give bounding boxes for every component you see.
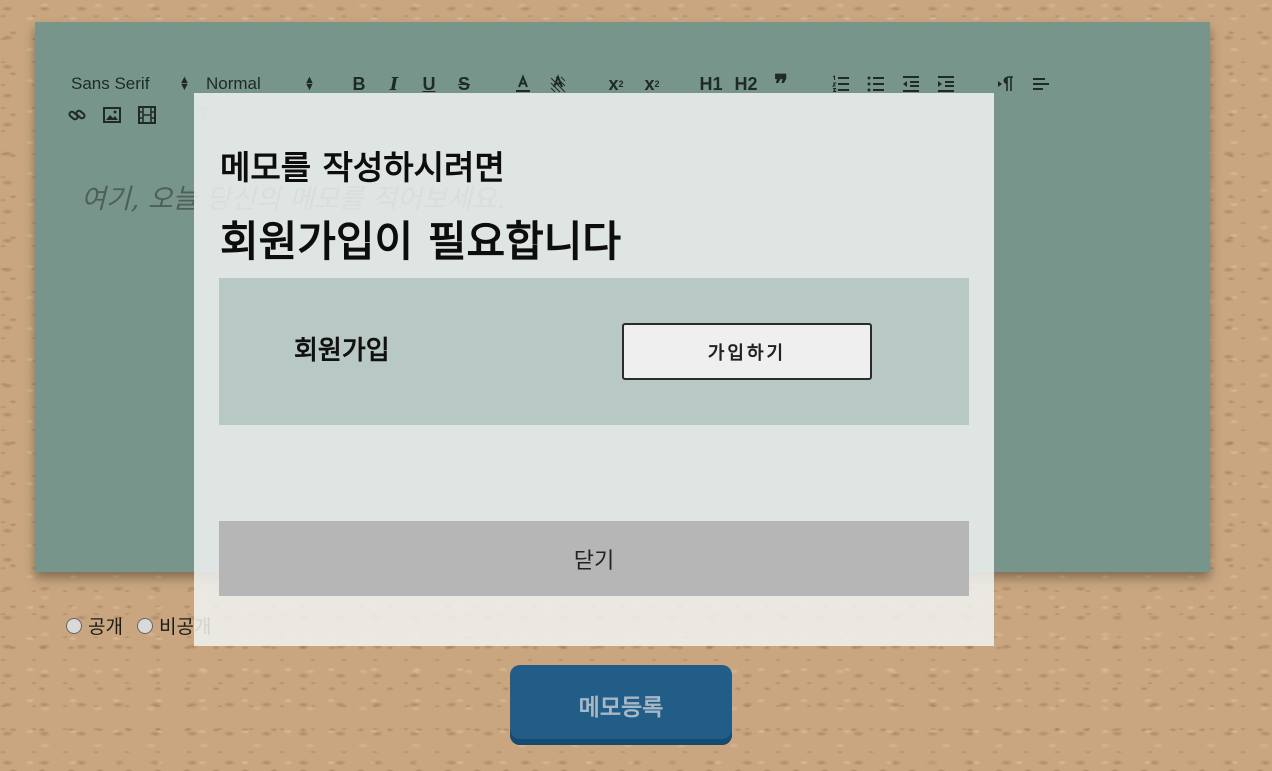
font-size-picker[interactable]: Normal ▲ ▼: [206, 74, 315, 94]
picker-caret-icon: ▲ ▼: [304, 74, 315, 93]
signup-required-modal: 메모를 작성하시려면 회원가입이 필요합니다 회원가입 가입하기 닫기: [194, 93, 994, 646]
join-button[interactable]: 가입하기: [622, 323, 872, 380]
picker-caret-icon: ▲ ▼: [179, 74, 190, 93]
link-icon[interactable]: [64, 102, 90, 128]
image-icon[interactable]: [99, 102, 125, 128]
video-icon[interactable]: [134, 102, 160, 128]
font-family-picker[interactable]: Sans Serif ▲ ▼: [71, 74, 190, 94]
radio-private[interactable]: [136, 617, 153, 634]
visibility-public[interactable]: 공개: [66, 612, 123, 639]
signup-label: 회원가입: [294, 336, 390, 366]
modal-title-line1: 메모를 작성하시려면: [220, 148, 505, 187]
close-button[interactable]: 닫기: [219, 521, 969, 596]
modal-title-line2: 회원가입이 필요합니다: [220, 217, 622, 266]
radio-public[interactable]: [66, 617, 82, 634]
signup-section: 회원가입 가입하기: [219, 278, 969, 425]
text-direction-icon[interactable]: [993, 71, 1019, 97]
align-icon[interactable]: [1028, 71, 1054, 97]
memo-submit-button[interactable]: 메모등록: [510, 665, 732, 745]
